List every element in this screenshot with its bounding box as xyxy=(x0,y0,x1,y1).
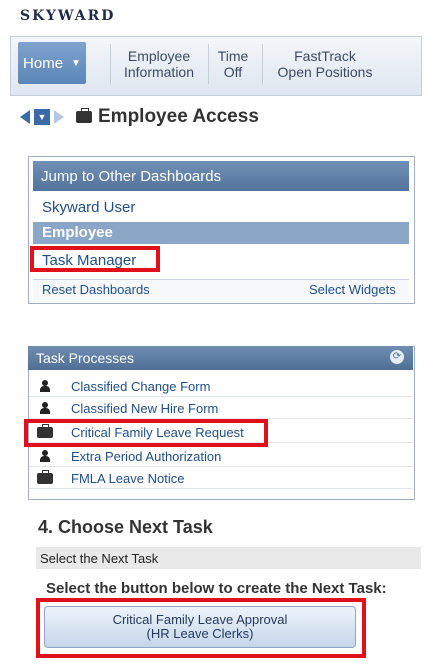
nav-fasttrack-open-positions[interactable]: FastTrack Open Positions xyxy=(262,44,387,84)
task-label: FMLA Leave Notice xyxy=(71,470,185,486)
person-icon xyxy=(37,380,53,392)
task-row-classified-new-hire-form[interactable]: Classified New Hire Form xyxy=(29,398,413,419)
dashboard-link-employee[interactable]: Employee xyxy=(42,224,113,241)
task-row-fmla-leave-notice[interactable]: FMLA Leave Notice xyxy=(29,468,413,489)
breadcrumb: ▼ Employee Access xyxy=(20,104,259,130)
select-widgets-link[interactable]: Select Widgets xyxy=(309,282,396,297)
dashboard-link-skyward-user[interactable]: Skyward User xyxy=(42,199,135,216)
chevron-down-icon[interactable]: ▼ xyxy=(71,58,81,69)
next-task-instruction: Select the button below to create the Ne… xyxy=(46,580,387,597)
task-label: Classified Change Form xyxy=(71,378,211,394)
refresh-icon[interactable]: ⟳ xyxy=(390,350,404,364)
page-title: Employee Access xyxy=(98,106,259,127)
briefcase-icon xyxy=(76,108,92,123)
task-label: Extra Period Authorization xyxy=(71,448,222,464)
back-arrow-icon[interactable] xyxy=(20,110,30,124)
nav-home-label: Home xyxy=(23,54,64,72)
nav-time-off[interactable]: Time Off xyxy=(208,44,257,84)
briefcase-icon xyxy=(37,469,53,484)
highlight-next-task-button xyxy=(36,598,366,658)
person-icon xyxy=(37,450,53,462)
highlight-critical-family-leave-request xyxy=(24,419,268,447)
reset-dashboards-link[interactable]: Reset Dashboards xyxy=(42,282,150,297)
nav-label-line1: FastTrack xyxy=(294,48,356,64)
next-task-bar: Select the Next Task xyxy=(36,547,421,569)
highlight-task-manager xyxy=(30,246,160,272)
section-heading: 4. Choose Next Task xyxy=(38,517,213,537)
person-icon xyxy=(37,402,53,414)
nav-home-button[interactable]: Home ▼ xyxy=(18,42,86,84)
history-dropdown-icon[interactable]: ▼ xyxy=(34,109,50,125)
skyward-logo: SKYWARD xyxy=(20,8,116,24)
nav-employee-information[interactable]: Employee Information xyxy=(110,44,207,84)
task-processes-header: Task Processes xyxy=(28,346,413,370)
nav-label-line2: Open Positions xyxy=(277,64,373,80)
task-row-extra-period-authorization[interactable]: Extra Period Authorization xyxy=(29,446,413,467)
nav-label-line1: Time xyxy=(217,48,249,64)
nav-label-line2: Off xyxy=(223,64,243,80)
forward-arrow-icon[interactable] xyxy=(54,110,64,124)
nav-label-line1: Employee xyxy=(127,48,191,64)
nav-label-line2: Information xyxy=(123,64,195,80)
task-row-classified-change-form[interactable]: Classified Change Form xyxy=(29,376,413,397)
task-label: Classified New Hire Form xyxy=(71,400,219,416)
dashboards-header: Jump to Other Dashboards xyxy=(33,161,409,191)
